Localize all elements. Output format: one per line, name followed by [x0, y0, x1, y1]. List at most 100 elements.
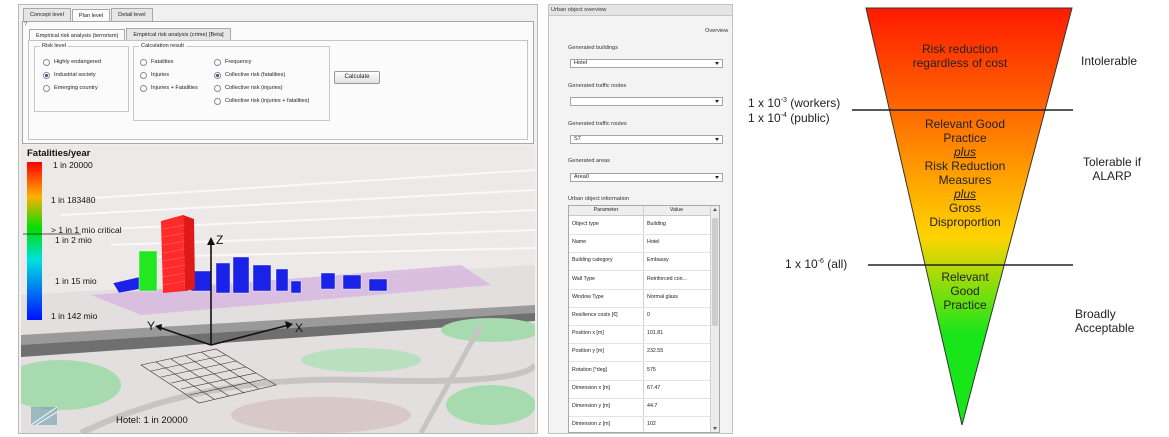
select-value: S7	[574, 136, 581, 142]
dropdown-arrow-icon	[715, 138, 719, 141]
radio-fatalities[interactable]: Fatalities	[140, 58, 173, 66]
column-header-value: Value	[669, 207, 684, 213]
radio-injuries-fatalities[interactable]: Injuries + Fatalities	[140, 84, 198, 92]
scene-status: Hotel: 1 in 20000	[116, 415, 188, 426]
table-row[interactable]: Name Hotel	[569, 234, 710, 254]
legend-label: 1 in 20000	[53, 160, 93, 170]
broadly-acceptable-label: Broadly Acceptable	[1075, 307, 1135, 335]
radio-off-icon	[214, 58, 221, 66]
threshold-workers-label: 1 x 10-3 (workers)	[748, 96, 841, 110]
intolerable-label: Intolerable	[1081, 54, 1138, 68]
overview-label: Overview	[705, 28, 729, 34]
app-logo-icon	[30, 406, 58, 426]
object-information-table: Parameter Value Object type Building Name H…	[568, 205, 720, 433]
traffic-routes-select[interactable]: S7	[570, 135, 723, 144]
radio-collective-injuries[interactable]: Collective risk (injuries)	[214, 84, 283, 92]
cell-value: 101.81	[647, 330, 664, 337]
radio-on-icon	[43, 71, 50, 79]
cell-value: 102	[647, 421, 656, 428]
cell-value: Embassy	[647, 257, 669, 264]
axis-z-label: Z	[216, 233, 224, 247]
urban-object-panel: Urban object overview Overview Generated…	[548, 4, 733, 434]
radio-collective-fatalities[interactable]: Collective risk (fatalities)	[214, 71, 285, 79]
table-row[interactable]: Resilience costs [€] 0	[569, 307, 710, 326]
level-tabs: Concept level Plan level Detail level	[23, 8, 154, 23]
cell-parameter: Dimension z [m]	[572, 421, 610, 428]
object-information-label: Urban object information	[568, 196, 629, 202]
table-row[interactable]: Position y [m] 232.55	[569, 343, 710, 363]
cell-value: Reinforced con...	[647, 275, 688, 282]
cell-value: 44.7	[647, 403, 658, 409]
table-row[interactable]: Dimension z [m] 102	[569, 416, 710, 432]
radio-off-icon	[140, 71, 147, 79]
calculation-result-title: Calculation result	[139, 42, 186, 50]
tab-concept-level[interactable]: Concept level	[23, 8, 71, 22]
cell-parameter: Window Type	[572, 293, 604, 300]
select-value: Hotel	[574, 60, 588, 66]
table-row[interactable]: Dimension x [m] 67.47	[569, 380, 710, 399]
radio-label: Industrial society	[54, 72, 96, 78]
help-marker-icon: ?	[24, 22, 28, 28]
radio-collective-injuries-fatalities[interactable]: Collective risk (injuries + fatalities)	[214, 97, 309, 105]
tab-detail-level[interactable]: Detail level	[111, 8, 153, 22]
table-row[interactable]: Window Type Normal glass	[569, 289, 710, 308]
plan-level-panel: ? Empirical risk analysis (terrorism) Em…	[22, 21, 534, 144]
column-header-parameter: Parameter	[593, 207, 619, 213]
radio-label: Fatalities	[151, 59, 174, 65]
radio-emerging-country[interactable]: Emerging country	[43, 84, 98, 92]
areas-select[interactable]: Area0	[570, 173, 723, 182]
dropdown-arrow-icon	[715, 100, 719, 103]
radio-label: Highly endangered	[54, 59, 101, 65]
radio-off-icon	[140, 84, 147, 92]
calculation-result-group: Calculation result Fatalities Injuries I…	[133, 42, 330, 121]
radio-highly-endangered[interactable]: Highly endangered	[43, 58, 101, 66]
table-row[interactable]: Dimension y [m] 44.7	[569, 398, 710, 417]
traffic-nodes-select[interactable]	[570, 97, 723, 106]
calculate-button[interactable]: Calculate	[334, 71, 380, 84]
radio-label: Frequency	[225, 59, 252, 65]
radio-label: Injuries + Fatalities	[151, 85, 198, 91]
table-row[interactable]: Rotation [°deg] 575	[569, 362, 710, 381]
table-row[interactable]: Object type Building	[569, 216, 710, 235]
cell-value: Normal glass	[647, 293, 678, 300]
cell-parameter: Object type	[572, 221, 599, 227]
table-row[interactable]: Wall Type Reinforced con...	[569, 271, 710, 290]
legend-label: 1 in 142 mio	[51, 311, 98, 321]
terrorism-panel: Risk level Highly endangered Industrial …	[28, 40, 528, 140]
zone-intolerable-text: Risk reduction regardless of cost	[912, 42, 1008, 70]
cell-parameter: Building category	[572, 257, 613, 264]
radio-off-icon	[43, 84, 50, 92]
scroll-up-icon[interactable]	[713, 208, 717, 211]
risk-level-title: Risk level	[40, 42, 68, 50]
table-row[interactable]: Position x [m] 101.81	[569, 325, 710, 345]
radio-label: Collective risk (fatalities)	[225, 72, 286, 78]
legend-title: Fatalities/year	[27, 148, 91, 159]
generated-traffic-routes-label: Generated traffic routes	[568, 121, 627, 127]
radio-on-icon	[214, 71, 221, 79]
zone-acceptable-text: Relevant Good Practice	[941, 270, 989, 312]
cell-value: Hotel	[647, 239, 660, 246]
cell-parameter: Resilience costs [€]	[572, 312, 618, 318]
radio-label: Collective risk (injuries + fatalities)	[225, 98, 310, 104]
buildings-select[interactable]: Hotel	[570, 59, 723, 68]
radio-industrial-society[interactable]: Industrial society	[43, 71, 96, 79]
table-row[interactable]: Building category Embassy	[569, 252, 710, 272]
cell-value: Building	[647, 221, 666, 227]
scrollbar-thumb[interactable]	[712, 218, 718, 326]
risk-level-group: Risk level Highly endangered Industrial …	[34, 42, 129, 112]
dropdown-arrow-icon	[715, 176, 719, 179]
dropdown-arrow-icon	[715, 62, 719, 65]
zone-alarp-text: Relevant Good Practice plus Risk Reducti…	[924, 117, 1006, 229]
radio-frequency[interactable]: Frequency	[214, 58, 251, 66]
radio-injuries[interactable]: Injuries	[140, 71, 169, 79]
radio-off-icon	[43, 58, 50, 66]
3d-scene-view[interactable]: Fatalities/year 1 in 20000 1 in 183480 >…	[21, 145, 535, 433]
cell-parameter: Dimension y [m]	[572, 403, 610, 409]
select-value: Area0	[574, 174, 589, 180]
radio-label: Collective risk (injuries)	[225, 85, 283, 91]
city-model-render	[21, 145, 535, 433]
scroll-down-icon[interactable]	[713, 427, 717, 430]
cell-parameter: Rotation [°deg]	[572, 366, 608, 373]
generated-traffic-nodes-label: Generated traffic nodes	[568, 83, 627, 89]
cell-parameter: Position y [m]	[572, 348, 604, 355]
